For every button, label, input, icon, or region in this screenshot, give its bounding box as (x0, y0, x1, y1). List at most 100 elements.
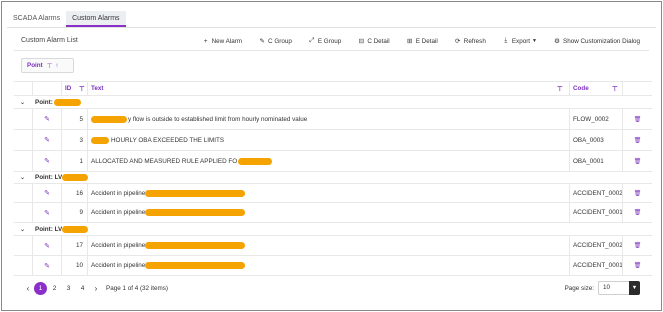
id-column-header[interactable]: ID ⊤ (61, 82, 87, 95)
text-value: HOURLY OBA EXCEEDED THE LIMITS (111, 136, 225, 144)
toolbar-divider (14, 50, 649, 51)
tab-divider (7, 27, 656, 28)
text-cell: Accident in pipeline (87, 203, 569, 222)
chevron-right-icon[interactable]: › (90, 284, 102, 293)
c-group-button[interactable]: ✎ C Group (258, 37, 292, 46)
page-size-input[interactable]: 10 (598, 281, 629, 295)
tab-custom-alarms[interactable]: Custom Alarms (66, 11, 126, 27)
collapse-box-icon: ⊟ (358, 38, 365, 45)
table-row[interactable]: ✎ 3 HOURLY OBA EXCEEDED THE LIMITS OBA_0… (14, 130, 652, 151)
edit-icon[interactable]: ✎ (32, 256, 61, 275)
page-size-control: Page size: 10 ▼ (565, 281, 640, 295)
caret-down-icon: ▼ (532, 38, 537, 44)
text-cell: Accident in pipeline (87, 256, 569, 275)
text-cell: Accident in pipeline (87, 236, 569, 255)
filter-icon[interactable]: ⊤ (47, 62, 53, 70)
code-header-label: Code (573, 85, 589, 92)
id-cell: 10 (61, 256, 87, 275)
caret-down-icon[interactable]: ⌄ (20, 96, 25, 108)
redaction-mark (145, 262, 246, 269)
text-value: Accident in pipeline (91, 262, 146, 269)
refresh-icon: ⟳ (455, 38, 461, 45)
toolbar: + New Alarm ✎ C Group ⤢ E Group ⊟ C Detail ⊞… (186, 35, 640, 47)
plus-icon: + (203, 37, 208, 45)
delete-icon[interactable]: 🗑 (622, 236, 652, 255)
e-group-button[interactable]: ⤢ E Group (308, 37, 341, 45)
edit-icon[interactable]: ✎ (32, 203, 61, 222)
grid-header-row: ID ⊤ Text ⊤ Code ⊤ (14, 81, 652, 96)
text-cell: Accident in pipeline (87, 184, 569, 202)
redaction-mark (145, 189, 246, 197)
page-button-4[interactable]: 4 (76, 282, 89, 295)
filter-icon[interactable]: ⊤ (557, 85, 563, 93)
group-row[interactable]: ⌄ Point: LV (14, 172, 652, 184)
caret-down-icon[interactable]: ⌄ (20, 223, 25, 235)
text-header-label: Text (91, 85, 104, 92)
delete-icon[interactable]: 🗑 (622, 256, 652, 275)
export-button[interactable]: ⤓ Export ▼ (502, 37, 537, 45)
code-cell: ACCIDENT_0001 (569, 203, 623, 222)
edit-icon[interactable]: ✎ (32, 151, 61, 171)
sort-up-icon[interactable]: ↑ (55, 62, 58, 69)
customization-button[interactable]: ⚙ Show Customization Dialog (553, 37, 640, 46)
refresh-button[interactable]: ⟳ Refresh (454, 37, 486, 46)
delete-icon[interactable]: 🗑 (622, 203, 652, 222)
id-cell: 16 (61, 184, 87, 202)
e-group-label: E Group (317, 37, 342, 45)
delete-icon[interactable]: 🗑 (622, 151, 652, 171)
c-detail-label: C Detail (367, 37, 390, 45)
filter-icon[interactable]: ⊤ (79, 85, 85, 93)
tab-scada-alarms[interactable]: SCADA Alarms (7, 11, 66, 27)
edit-icon[interactable]: ✎ (32, 130, 61, 150)
table-row[interactable]: ✎ 17 Accident in pipeline ACCIDENT_0002 … (14, 236, 652, 256)
expand-box-icon: ⊞ (406, 38, 413, 45)
group-row[interactable]: ⌄ Point: LV (14, 223, 652, 236)
edit-icon[interactable]: ✎ (32, 236, 61, 255)
group-row[interactable]: ⌄ Point: (14, 96, 652, 109)
table-row[interactable]: ✎ 16 Accident in pipeline ACCIDENT_0002 … (14, 184, 652, 203)
new-alarm-button[interactable]: + New Alarm (202, 38, 242, 45)
redaction-mark (62, 174, 89, 181)
code-cell: ACCIDENT_0002 (569, 236, 623, 255)
delete-icon[interactable]: 🗑 (622, 130, 652, 150)
redaction-mark (91, 136, 109, 144)
delete-icon[interactable]: 🗑 (622, 109, 652, 129)
page-button-2[interactable]: 2 (48, 282, 61, 295)
text-value: y flow is outside to established limit f… (128, 115, 308, 123)
id-cell: 3 (61, 130, 87, 150)
group-label: Point: LV (35, 223, 89, 235)
group-label-text: Point: LV (35, 225, 63, 233)
page-button-1[interactable]: 1 (34, 281, 47, 295)
text-cell: y flow is outside to established limit f… (87, 109, 569, 129)
table-row[interactable]: ✎ 9 Accident in pipeline ACCIDENT_0001 🗑 (14, 203, 652, 223)
caret-down-icon[interactable]: ⌄ (20, 172, 25, 183)
pager: ‹ 1 2 3 4 › Page 1 of 4 (32 items) (22, 280, 168, 296)
text-value: Accident in pipeline (91, 189, 146, 197)
edit-icon[interactable]: ✎ (32, 109, 61, 129)
table-row[interactable]: ✎ 10 Accident in pipeline ACCIDENT_0001 … (14, 256, 652, 276)
table-row[interactable]: ✎ 5 y flow is outside to established lim… (14, 109, 652, 130)
tab-bar: SCADA Alarms Custom Alarms (7, 11, 126, 27)
id-cell: 17 (61, 236, 87, 255)
pager-info: Page 1 of 4 (32 items) (106, 284, 168, 292)
caret-down-icon[interactable]: ▼ (629, 281, 640, 295)
id-cell: 1 (61, 151, 87, 171)
text-value: Accident in pipeline (91, 242, 146, 249)
filter-icon[interactable]: ⊤ (612, 85, 618, 93)
c-detail-button[interactable]: ⊟ C Detail (357, 37, 390, 46)
group-panel-point-chip[interactable]: Point ⊤ ↑ (21, 58, 74, 73)
code-column-header[interactable]: Code ⊤ (569, 82, 622, 95)
code-cell: OBA_0001 (569, 151, 622, 171)
edit-icon[interactable]: ✎ (32, 184, 61, 202)
text-column-header[interactable]: Text ⊤ (87, 82, 569, 95)
delete-icon[interactable]: 🗑 (622, 184, 652, 202)
redaction-mark (145, 209, 246, 216)
code-cell: ACCIDENT_0001 (569, 256, 623, 275)
page-button-3[interactable]: 3 (62, 282, 75, 295)
table-row[interactable]: ✎ 1 ALLOCATED AND MEASURED RULE APPLIED … (14, 151, 652, 172)
redaction-mark (238, 157, 273, 165)
e-detail-button[interactable]: ⊞ E Detail (406, 37, 438, 46)
group-label-text: Point: (35, 98, 53, 106)
chevron-left-icon[interactable]: ‹ (22, 284, 34, 293)
window-frame: SCADA Alarms Custom Alarms Custom Alarm … (1, 1, 662, 311)
